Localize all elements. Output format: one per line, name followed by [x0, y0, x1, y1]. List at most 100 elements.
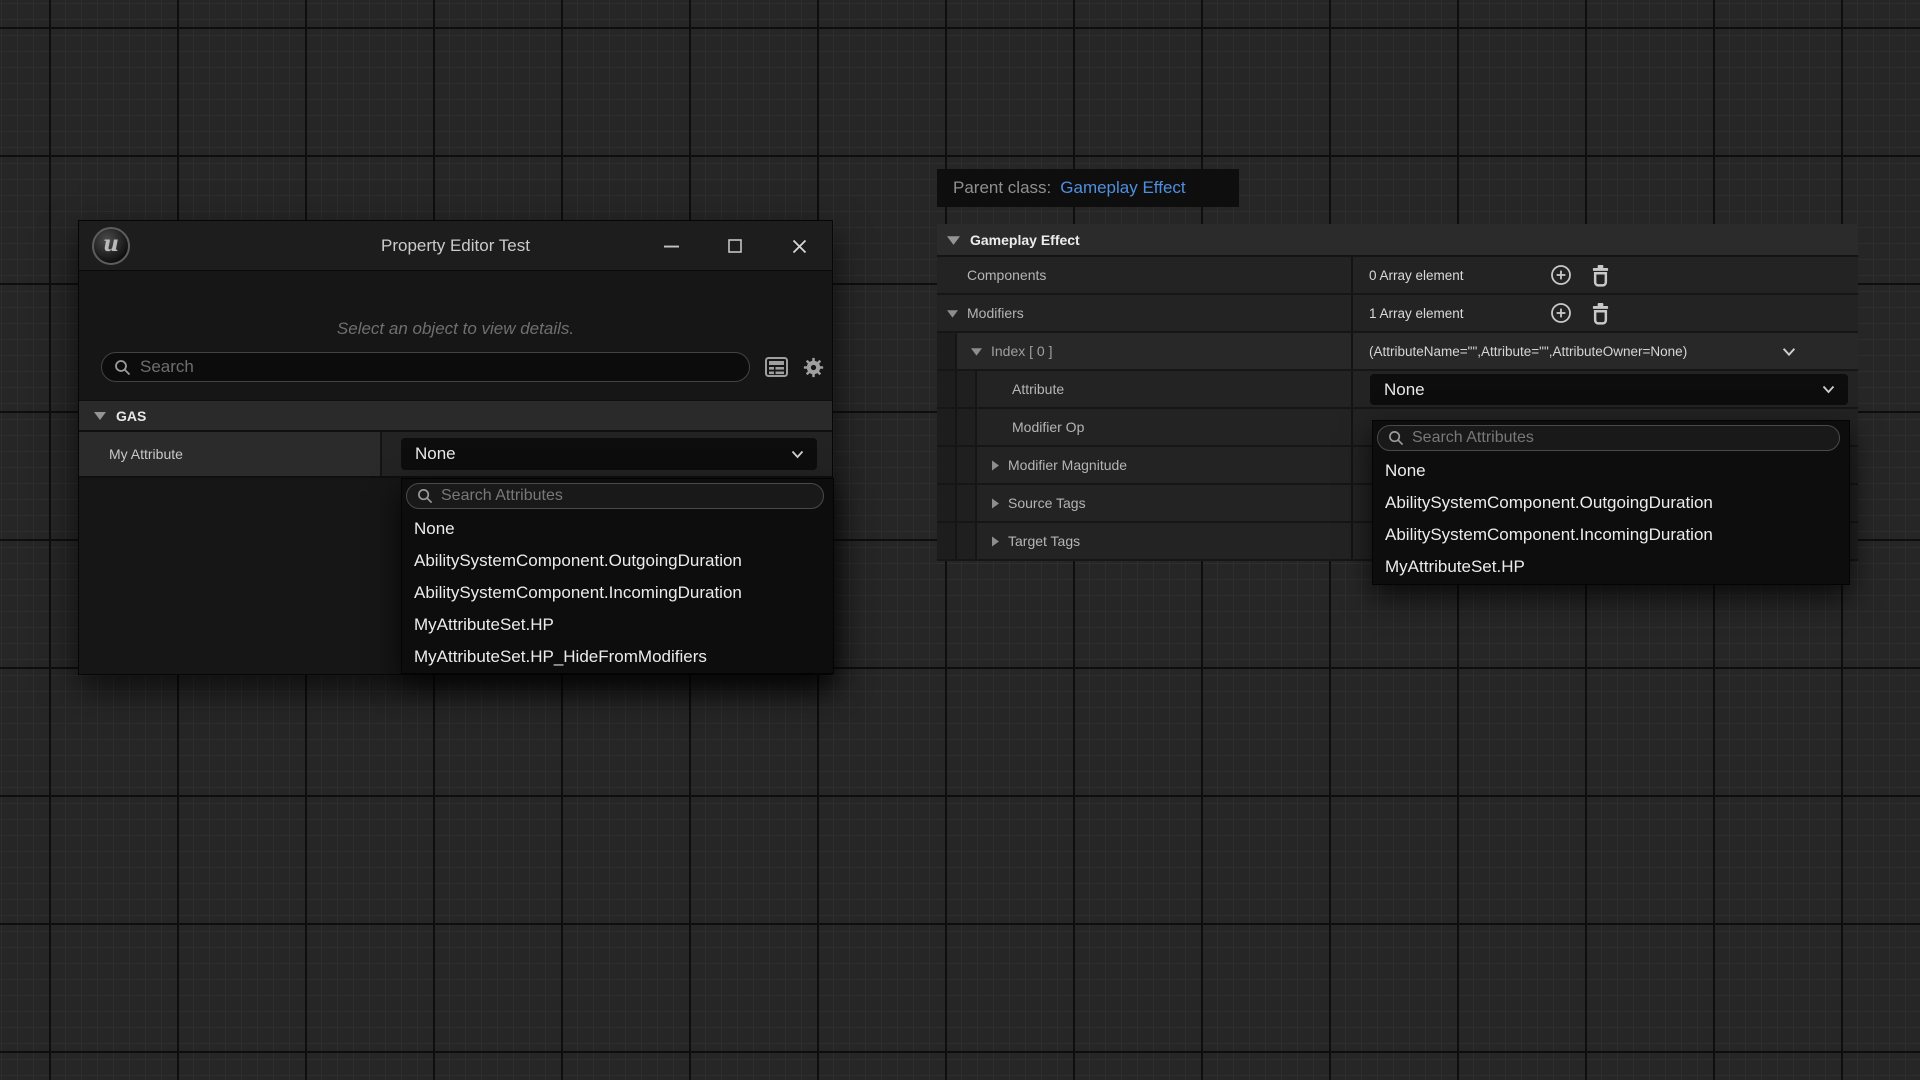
- row-value-cell: 1 Array element: [1353, 295, 1858, 331]
- row-label: Source Tags: [1008, 495, 1086, 511]
- array-actions: [1549, 301, 1611, 325]
- indent-guide: [937, 523, 957, 559]
- row-label-cell: Source Tags: [937, 485, 1353, 521]
- property-value-cell: None: [382, 432, 832, 476]
- unreal-logo-icon: u: [92, 227, 130, 265]
- chevron-collapsed-icon[interactable]: [991, 536, 999, 547]
- parent-class-bar: Parent class: Gameplay Effect: [937, 169, 1239, 207]
- indent-guide: [957, 523, 977, 559]
- row-label-cell: Components: [937, 257, 1353, 293]
- maximize-button[interactable]: [714, 221, 756, 271]
- dropdown-item[interactable]: AbilitySystemComponent.OutgoingDuration: [1373, 487, 1849, 519]
- chevron-collapsed-icon[interactable]: [991, 498, 999, 509]
- row-label-cell: Target Tags: [937, 523, 1353, 559]
- search-box[interactable]: [101, 352, 750, 382]
- search-icon: [417, 488, 433, 504]
- attribute-dropdown-menu: NoneAbilitySystemComponent.OutgoingDurat…: [401, 478, 834, 674]
- table-view-icon: [765, 357, 788, 377]
- add-element-icon[interactable]: [1549, 263, 1573, 287]
- dropdown-item[interactable]: AbilitySystemComponent.OutgoingDuration: [402, 545, 833, 577]
- chevron-expanded-icon: [94, 411, 106, 420]
- indent-guide: [937, 333, 957, 369]
- dropdown-item[interactable]: None: [1373, 455, 1849, 487]
- property-label: My Attribute: [79, 432, 382, 476]
- category-header-gas[interactable]: GAS: [79, 400, 832, 432]
- dropdown-item[interactable]: None: [402, 513, 833, 545]
- indent-guide: [957, 447, 977, 483]
- attribute-combobox[interactable]: None: [1370, 374, 1848, 405]
- row-label: Target Tags: [1008, 533, 1080, 549]
- attribute-dropdown-menu: NoneAbilitySystemComponent.OutgoingDurat…: [1372, 420, 1850, 585]
- row-value-cell: None: [1353, 371, 1858, 407]
- search-icon: [114, 359, 131, 376]
- property-editor-window: u Property Editor Test Select an object …: [78, 220, 833, 675]
- struct-preview: (AttributeName="",Attribute="",Attribute…: [1369, 344, 1687, 359]
- dropdown-item[interactable]: MyAttributeSet.HP: [1373, 551, 1849, 583]
- row-components: Components 0 Array element: [937, 257, 1858, 295]
- row-attribute: Attribute None: [937, 371, 1858, 409]
- dropdown-search-box[interactable]: [1377, 425, 1840, 451]
- gear-icon: [803, 357, 824, 378]
- close-icon: [792, 239, 807, 254]
- dropdown-item-list: NoneAbilitySystemComponent.OutgoingDurat…: [1373, 455, 1849, 583]
- row-label: Index [ 0 ]: [991, 343, 1052, 359]
- indent-guide: [937, 485, 957, 521]
- chevron-expanded-icon: [947, 235, 960, 245]
- category-label: GAS: [116, 408, 146, 424]
- window-titlebar[interactable]: u Property Editor Test: [79, 221, 832, 271]
- row-label-cell: Attribute: [937, 371, 1353, 407]
- row-label: Attribute: [1012, 381, 1064, 397]
- minimize-button[interactable]: [650, 221, 692, 271]
- row-label: Modifier Magnitude: [1008, 457, 1127, 473]
- category-label: Gameplay Effect: [970, 232, 1080, 248]
- dropdown-item[interactable]: MyAttributeSet.HP_HideFromModifiers: [402, 641, 833, 673]
- chevron-expanded-icon[interactable]: [971, 347, 982, 356]
- dropdown-item[interactable]: AbilitySystemComponent.IncomingDuration: [1373, 519, 1849, 551]
- my-attribute-combobox[interactable]: None: [401, 438, 817, 470]
- category-header-gameplay-effect[interactable]: Gameplay Effect: [937, 224, 1858, 257]
- window-controls: [628, 221, 820, 271]
- dropdown-item[interactable]: AbilitySystemComponent.IncomingDuration: [402, 577, 833, 609]
- row-label-cell: Index [ 0 ]: [937, 333, 1353, 369]
- combobox-value: None: [415, 444, 791, 464]
- indent-guide: [957, 485, 977, 521]
- dropdown-search-input[interactable]: [1412, 429, 1829, 447]
- details-toolbar: [101, 352, 824, 382]
- display-filter-button[interactable]: [765, 357, 788, 377]
- row-label-cell: Modifier Op: [937, 409, 1353, 445]
- dropdown-search-input[interactable]: [441, 487, 813, 505]
- row-label-cell: Modifiers: [937, 295, 1353, 331]
- array-count: 0 Array element: [1369, 268, 1549, 283]
- indent-guide: [937, 409, 957, 445]
- chevron-down-icon: [791, 450, 804, 459]
- row-label: Components: [967, 267, 1046, 283]
- minimize-icon: [664, 245, 679, 248]
- indent-guide: [937, 371, 957, 407]
- row-label-cell: Modifier Magnitude: [937, 447, 1353, 483]
- dropdown-item-list: NoneAbilitySystemComponent.OutgoingDurat…: [402, 513, 833, 673]
- settings-button[interactable]: [803, 357, 824, 378]
- row-label: Modifiers: [967, 305, 1024, 321]
- delete-all-icon[interactable]: [1590, 302, 1611, 325]
- indent-guide: [937, 447, 957, 483]
- row-modifiers: Modifiers 1 Array element: [937, 295, 1858, 333]
- dropdown-search-box[interactable]: [406, 483, 824, 509]
- delete-all-icon[interactable]: [1590, 264, 1611, 287]
- chevron-expanded-icon[interactable]: [947, 309, 958, 318]
- chevron-collapsed-icon[interactable]: [991, 460, 999, 471]
- combobox-value: None: [1384, 380, 1822, 400]
- array-actions: [1549, 263, 1611, 287]
- parent-class-label: Parent class:: [953, 178, 1051, 198]
- dropdown-item[interactable]: MyAttributeSet.HP: [402, 609, 833, 641]
- array-count: 1 Array element: [1369, 306, 1549, 321]
- property-row-my-attribute: My Attribute None: [79, 432, 832, 478]
- search-icon: [1388, 430, 1404, 446]
- details-hint-text: Select an object to view details.: [79, 319, 832, 339]
- parent-class-link[interactable]: Gameplay Effect: [1060, 178, 1185, 198]
- indent-guide: [957, 409, 977, 445]
- search-input[interactable]: [140, 357, 737, 377]
- add-element-icon[interactable]: [1549, 301, 1573, 325]
- chevron-down-icon[interactable]: [1782, 347, 1796, 357]
- blueprint-graph-background[interactable]: { "left_window": { "title": "Property Ed…: [0, 0, 1920, 1080]
- close-button[interactable]: [778, 221, 820, 271]
